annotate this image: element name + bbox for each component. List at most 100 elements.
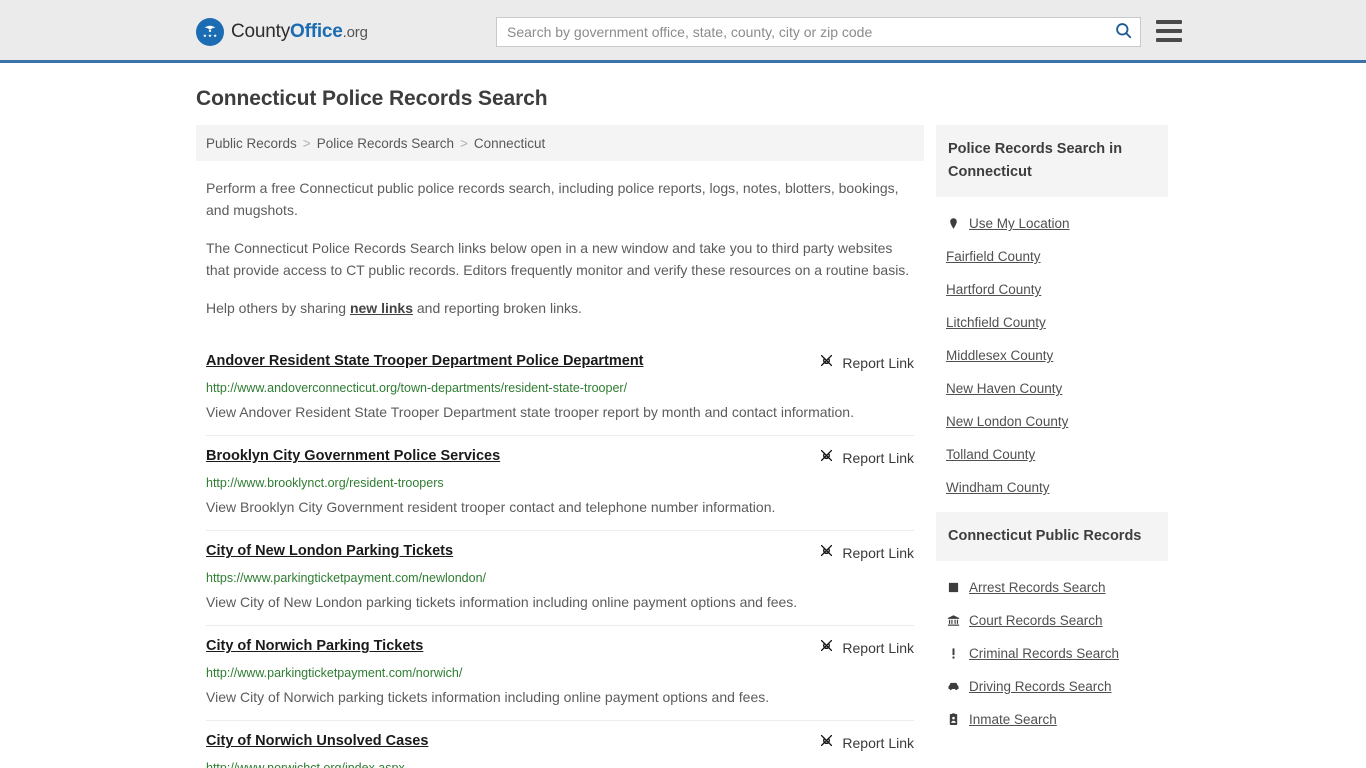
result-item: Brooklyn City Government Police Services… (206, 435, 914, 530)
county-item[interactable]: Tolland County (936, 438, 1168, 471)
search-input[interactable] (497, 18, 1106, 46)
county-item[interactable]: Fairfield County (936, 240, 1168, 273)
public-record-item[interactable]: Inmate Search (936, 703, 1168, 736)
public-record-link[interactable]: Inmate Search (969, 712, 1057, 727)
result-url[interactable]: http://www.brooklynct.org/resident-troop… (206, 475, 914, 491)
result-header: City of Norwich Parking Tickets Report Li… (206, 636, 914, 659)
county-link[interactable]: Hartford County (946, 282, 1041, 297)
public-record-link[interactable]: Driving Records Search (969, 679, 1112, 694)
breadcrumb-item-connecticut: Connecticut (473, 135, 546, 151)
panel-police-records-search: Police Records Search in Connecticut Use… (936, 125, 1168, 508)
result-item: City of New London Parking Tickets Report… (206, 530, 914, 625)
county-list: Use My Location Fairfield County Hartford … (936, 197, 1168, 508)
intro-p3-before: Help others by sharing (206, 300, 350, 316)
logo-part-county: County (231, 21, 291, 42)
new-links-link[interactable]: new links (350, 300, 413, 316)
county-item[interactable]: New London County (936, 405, 1168, 438)
public-record-item[interactable]: Criminal Records Search (936, 637, 1168, 670)
results-list: Andover Resident State Trooper Departmen… (196, 341, 924, 768)
county-item[interactable]: Windham County (936, 471, 1168, 504)
fingerprint-square-icon (946, 581, 960, 594)
breadcrumb-separator: > (460, 135, 468, 151)
county-link[interactable]: Fairfield County (946, 249, 1041, 264)
id-badge-icon (946, 713, 960, 726)
result-item: City of Norwich Unsolved Cases Report Lin… (206, 720, 914, 768)
broken-link-icon (818, 637, 835, 659)
result-url[interactable]: https://www.parkingticketpayment.com/new… (206, 570, 914, 586)
result-description: View Andover Resident State Trooper Depa… (206, 404, 854, 420)
report-link-label: Report Link (842, 545, 914, 561)
hamburger-bar (1156, 38, 1182, 42)
result-description: View Brooklyn City Government resident t… (206, 499, 776, 515)
result-url[interactable]: http://www.andoverconnecticut.org/town-d… (206, 380, 914, 396)
result-title-link[interactable]: City of New London Parking Tickets (206, 541, 453, 561)
logo-part-office: Office (290, 21, 343, 42)
public-record-item[interactable]: Driving Records Search (936, 670, 1168, 703)
page-title: Connecticut Police Records Search (196, 87, 548, 110)
report-link-button[interactable]: Report Link (818, 636, 914, 659)
public-record-item[interactable]: Arrest Records Search (936, 571, 1168, 604)
county-link[interactable]: Middlesex County (946, 348, 1053, 363)
intro-paragraph-2: The Connecticut Police Records Search li… (206, 240, 910, 278)
broken-link-icon (818, 447, 835, 469)
county-link[interactable]: Use My Location (969, 216, 1070, 231)
result-url[interactable]: http://www.parkingticketpayment.com/norw… (206, 665, 914, 681)
county-link[interactable]: New Haven County (946, 381, 1062, 396)
public-record-item[interactable]: Court Records Search (936, 604, 1168, 637)
page-container: Connecticut Police Records Search Public… (0, 63, 1366, 768)
search-button[interactable] (1106, 18, 1140, 46)
county-item[interactable]: Middlesex County (936, 339, 1168, 372)
main-column: Public Records > Police Records Search >… (196, 125, 924, 768)
hamburger-bar (1156, 20, 1182, 24)
result-title-link[interactable]: Brooklyn City Government Police Services (206, 446, 500, 466)
county-item[interactable]: New Haven County (936, 372, 1168, 405)
site-header: CountyOffice.org (0, 0, 1366, 63)
result-header: City of Norwich Unsolved Cases Report Lin… (206, 731, 914, 754)
intro-section: Perform a free Connecticut public police… (196, 177, 924, 319)
report-link-label: Report Link (842, 355, 914, 371)
courthouse-icon (946, 614, 960, 627)
public-record-link[interactable]: Court Records Search (969, 613, 1103, 628)
report-link-label: Report Link (842, 450, 914, 466)
hamburger-menu-icon[interactable] (1156, 20, 1182, 42)
county-item[interactable]: Hartford County (936, 273, 1168, 306)
result-title-link[interactable]: City of Norwich Parking Tickets (206, 636, 423, 656)
result-url[interactable]: http://www.norwichct.org/index.aspx (206, 760, 914, 768)
report-link-button[interactable]: Report Link (818, 446, 914, 469)
broken-link-icon (818, 352, 835, 374)
site-logo-text: CountyOffice.org (231, 21, 368, 43)
public-records-list: Arrest Records Search Court Records Searc… (936, 561, 1168, 740)
result-header: Brooklyn City Government Police Services… (206, 446, 914, 469)
car-icon (946, 680, 960, 693)
eagle-seal-icon (196, 18, 224, 46)
search-icon (1114, 21, 1133, 43)
panel-heading-police-records: Police Records Search in Connecticut (936, 125, 1168, 197)
exclamation-icon (946, 647, 960, 660)
county-link[interactable]: Litchfield County (946, 315, 1046, 330)
county-item[interactable]: Litchfield County (936, 306, 1168, 339)
public-record-link[interactable]: Arrest Records Search (969, 580, 1106, 595)
county-item[interactable]: Use My Location (936, 207, 1168, 240)
result-title-link[interactable]: Andover Resident State Trooper Departmen… (206, 351, 644, 371)
report-link-button[interactable]: Report Link (818, 351, 914, 374)
public-record-link[interactable]: Criminal Records Search (969, 646, 1119, 661)
county-link[interactable]: Windham County (946, 480, 1050, 495)
sidebar: Police Records Search in Connecticut Use… (936, 125, 1168, 768)
report-link-button[interactable]: Report Link (818, 731, 914, 754)
county-link[interactable]: New London County (946, 414, 1068, 429)
result-item: Andover Resident State Trooper Departmen… (206, 341, 914, 435)
panel-heading-public-records: Connecticut Public Records (936, 512, 1168, 561)
result-item: City of Norwich Parking Tickets Report Li… (206, 625, 914, 720)
site-logo[interactable]: CountyOffice.org (196, 18, 368, 46)
result-description: View City of Norwich parking tickets inf… (206, 689, 770, 705)
breadcrumb-item-public-records[interactable]: Public Records (206, 136, 297, 151)
county-link[interactable]: Tolland County (946, 447, 1035, 462)
hamburger-bar (1156, 29, 1182, 33)
breadcrumb-item-police-records-search[interactable]: Police Records Search (317, 136, 454, 151)
result-title-link[interactable]: City of Norwich Unsolved Cases (206, 731, 428, 751)
result-header: Andover Resident State Trooper Departmen… (206, 351, 914, 374)
content-columns: Public Records > Police Records Search >… (186, 111, 1180, 768)
report-link-button[interactable]: Report Link (818, 541, 914, 564)
breadcrumb-separator: > (302, 135, 311, 151)
intro-paragraph-1: Perform a free Connecticut public police… (206, 180, 899, 218)
